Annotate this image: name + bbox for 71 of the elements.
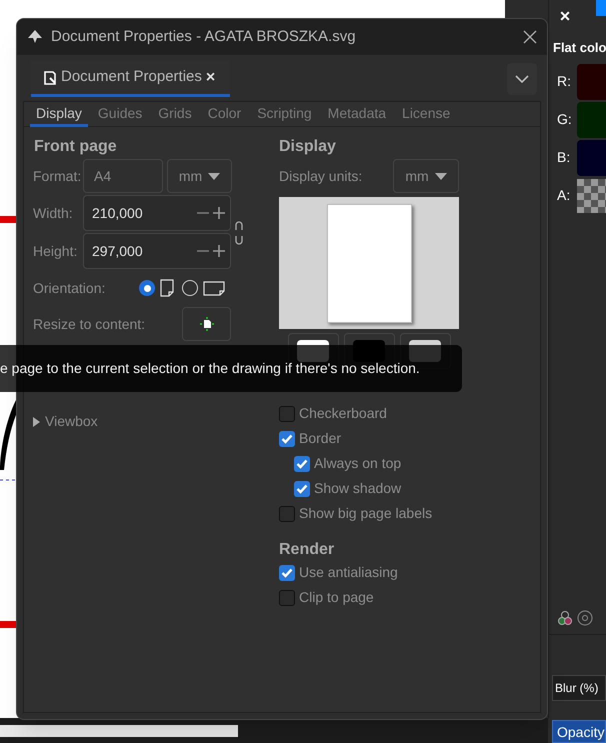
- plus-icon[interactable]: [212, 244, 226, 258]
- opacity-field[interactable]: Opacity: [552, 720, 606, 743]
- tab[interactable]: Color: [202, 102, 248, 127]
- checkbox[interactable]: [279, 564, 295, 580]
- tab-close-button[interactable]: ×: [206, 70, 216, 86]
- tab[interactable]: Metadata: [322, 102, 392, 127]
- expander[interactable]: Viewbox: [33, 411, 269, 432]
- checkbox[interactable]: [279, 406, 295, 422]
- tab[interactable]: Scripting: [251, 102, 318, 127]
- input-field[interactable]: A4: [83, 159, 163, 193]
- chain-link-icon[interactable]: [235, 221, 243, 245]
- portrait-page-icon[interactable]: [160, 279, 174, 297]
- tab-label: Document Properties: [61, 67, 202, 88]
- color-swatch[interactable]: [596, 0, 606, 16]
- section-heading: Display: [279, 137, 337, 157]
- resize-button[interactable]: [182, 307, 231, 341]
- checkbox-label: Show big page labels: [299, 504, 432, 523]
- document-icon: [43, 70, 57, 84]
- field-label: Height:: [33, 242, 78, 261]
- section-heading: Front page: [34, 137, 118, 157]
- landscape-page-icon[interactable]: [203, 280, 225, 296]
- field-label: Display units:: [279, 166, 364, 186]
- close-button[interactable]: ×: [557, 7, 573, 25]
- checkbox[interactable]: [294, 456, 310, 472]
- tab[interactable]: Grids: [152, 102, 198, 127]
- radio-button[interactable]: [139, 280, 155, 296]
- tab[interactable]: License: [396, 102, 456, 127]
- spin-field[interactable]: 210,000: [83, 195, 231, 231]
- channel-label: G:: [557, 110, 573, 129]
- checkbox-label: Checkerboard: [299, 404, 387, 423]
- color-circles-icon[interactable]: [557, 610, 573, 626]
- close-icon[interactable]: [523, 30, 537, 44]
- plus-icon[interactable]: [212, 206, 226, 220]
- checkbox-label: Use antialiasing: [299, 563, 398, 582]
- checkbox[interactable]: [279, 506, 295, 522]
- channel-label: B:: [557, 148, 572, 167]
- tab[interactable]: Display: [30, 102, 88, 127]
- fit-page-icon: [198, 317, 214, 331]
- caret-icon: [434, 172, 447, 180]
- caret-icon: [208, 172, 220, 180]
- field-label: Orientation:: [33, 278, 106, 298]
- checker-swatch: [577, 178, 606, 212]
- window-title: Document Properties - AGATA BROSZKA.svg: [51, 26, 356, 47]
- field-label: Resize to content:: [33, 314, 146, 334]
- tooltip: e page to the current selection or the drawing if there's no selection.: [0, 345, 462, 392]
- radio-button[interactable]: [182, 280, 198, 296]
- field-label: Width:: [33, 204, 74, 222]
- scrollbar[interactable]: [0, 724, 238, 736]
- checkbox-label: Clip to page: [299, 588, 374, 607]
- channel-label: R:: [557, 72, 572, 91]
- checkbox-label: Border: [299, 429, 342, 448]
- checkbox-label: Show shadow: [314, 479, 402, 498]
- field-label: Format:: [33, 166, 79, 186]
- blur-field[interactable]: Blur (%): [552, 674, 606, 700]
- dropdown-button[interactable]: [507, 63, 537, 95]
- unit-dropdown[interactable]: mm: [167, 159, 232, 193]
- channel-label: A:: [557, 186, 572, 205]
- caret-icon: [33, 416, 41, 426]
- spin-field[interactable]: 297,000: [83, 233, 231, 269]
- curve-drawing: [0, 400, 16, 470]
- app-icon: [27, 29, 43, 45]
- target-icon[interactable]: [577, 610, 593, 626]
- checkbox[interactable]: [279, 590, 295, 606]
- chevron-icon: [515, 75, 529, 83]
- panel-heading: Flat colo: [553, 39, 606, 57]
- tab[interactable]: Guides: [92, 102, 148, 127]
- unit-dropdown[interactable]: mm: [393, 159, 459, 193]
- checkbox[interactable]: [279, 430, 295, 446]
- checkbox-label: Always on top: [314, 454, 402, 473]
- checkbox[interactable]: [294, 480, 310, 496]
- section-heading: Render: [279, 540, 336, 560]
